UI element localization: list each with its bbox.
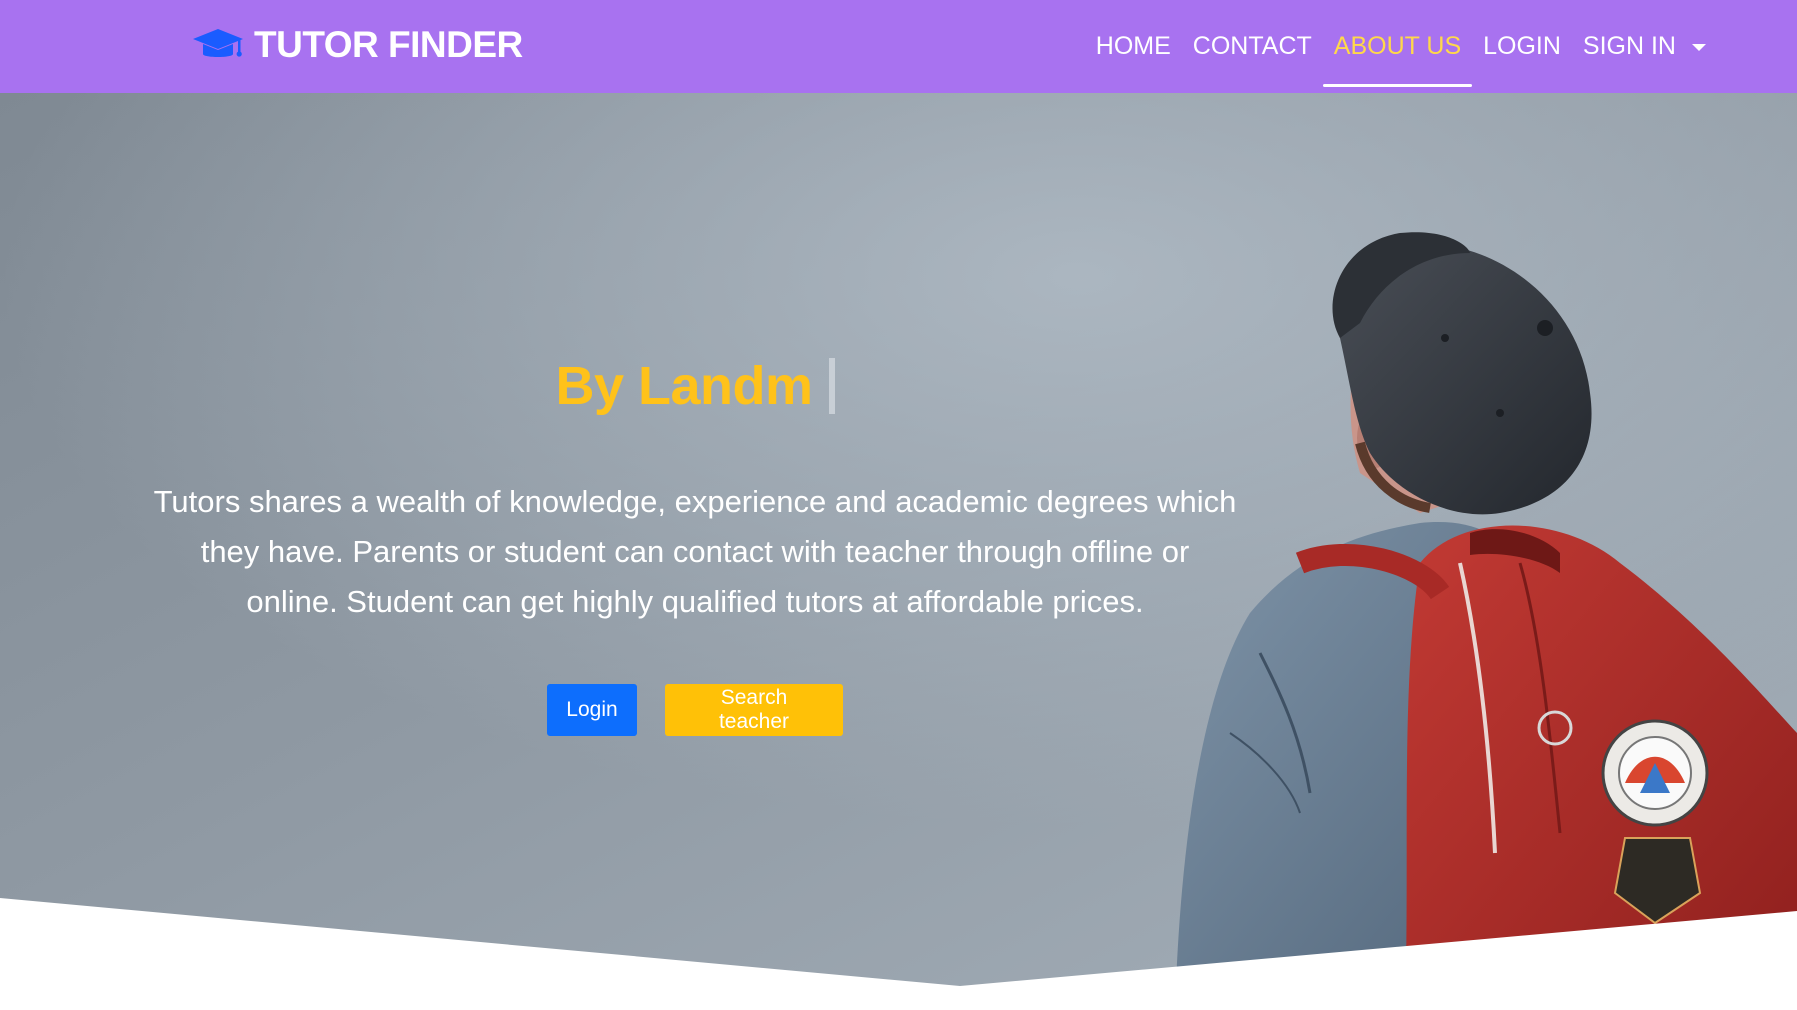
hero-description-line: Tutors shares a wealth of knowledge, exp…	[153, 484, 1237, 519]
login-button[interactable]: Login	[547, 684, 637, 736]
nav-about-us[interactable]: ABOUT US	[1322, 7, 1473, 87]
brand-name: TUTOR FINDER	[254, 24, 523, 65]
hero-title: By Landm	[95, 351, 1295, 421]
nav-home-label: HOME	[1095, 32, 1171, 60]
hero-buttons: Login Search teacher	[95, 684, 1295, 736]
hero-description-line: online. Student can get highly qualified…	[246, 584, 1144, 619]
nav-login[interactable]: LOGIN	[1472, 7, 1572, 87]
hero-description: Tutors shares a wealth of knowledge, exp…	[95, 477, 1295, 627]
nav-contact[interactable]: CONTACT	[1182, 7, 1323, 87]
search-teacher-button[interactable]: Search teacher	[665, 684, 843, 736]
graduation-cap-icon	[193, 29, 243, 57]
nav-sign-in-dropdown[interactable]: SIGN IN	[1572, 7, 1717, 87]
navbar: TUTOR FINDER HOME CONTACT ABOUT US LOGIN…	[0, 0, 1797, 93]
hero-section: By Landm Tutors shares a wealth of knowl…	[0, 93, 1797, 1010]
hero-description-line: they have. Parents or student can contac…	[200, 534, 1190, 569]
nav-home[interactable]: HOME	[1085, 7, 1182, 87]
hero-title-text: By Landm	[555, 356, 813, 416]
page: TUTOR FINDER HOME CONTACT ABOUT US LOGIN…	[0, 0, 1797, 1010]
nav-about-us-label: ABOUT US	[1333, 32, 1462, 60]
typing-cursor	[828, 358, 835, 414]
caret-down-icon	[1692, 44, 1706, 51]
nav-login-label: LOGIN	[1483, 32, 1561, 60]
brand-link[interactable]: TUTOR FINDER	[192, 22, 523, 68]
main-nav: HOME CONTACT ABOUT US LOGIN SIGN IN	[1085, 0, 1717, 93]
nav-contact-label: CONTACT	[1192, 32, 1312, 60]
nav-sign-in-label: SIGN IN	[1582, 32, 1676, 60]
